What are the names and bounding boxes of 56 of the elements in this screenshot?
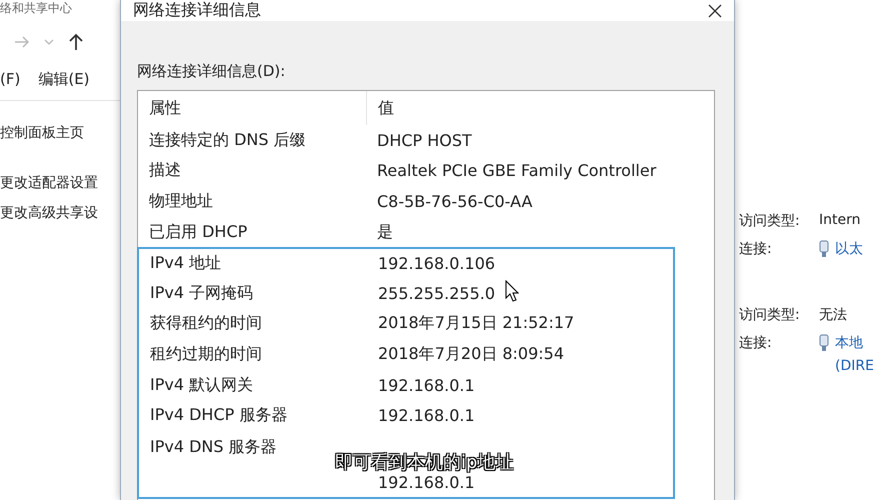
value-cell-text: 2018年7月20日 8:09:54: [377, 344, 564, 365]
list-row[interactable]: 描述 Realtek PCIe GBE Family Controller: [137, 156, 675, 186]
field-value: 无法: [819, 306, 848, 324]
list-row[interactable]: 物理地址 C8-5B-76-56-C0-AA: [137, 186, 675, 217]
field-value: Intern: [819, 212, 862, 230]
property-cell-text: IPv4 DNS 服务器: [149, 436, 278, 458]
value-cell-text: 255.255.255.0: [377, 284, 496, 303]
value-cell-text: 192.168.0.1: [377, 376, 475, 395]
value-cell-text: 2018年7月15日 21:52:17: [377, 313, 574, 334]
highlighted-row[interactable]: IPv4 DHCP 服务器 192.168.0.1: [137, 400, 675, 431]
property-cell-text: IPv4 子网掩码: [149, 282, 254, 304]
value-cell-text: Realtek PCIe GBE Family Controller: [376, 161, 656, 180]
highlighted-row[interactable]: IPv4 地址 192.168.0.106: [137, 247, 675, 278]
dialog-title: 网络连接详细信息: [133, 0, 261, 21]
property-cell-text: 租约过期的时间: [149, 344, 263, 365]
sidebar-link[interactable]: 控制面板主页: [0, 124, 84, 142]
highlighted-row[interactable]: 获得租约的时间 2018年7月15日 21:52:17: [137, 308, 675, 340]
property-cell-text: 物理地址: [148, 190, 214, 212]
network-adapter-icon: [819, 334, 829, 352]
value-cell-text: 192.168.0.1: [377, 406, 475, 426]
highlighted-row[interactable]: 租约过期的时间 2018年7月20日 8:09:54: [137, 339, 675, 370]
value-cell-text: DHCP HOST: [376, 130, 472, 150]
value-cell-text: 192.168.0.1: [377, 472, 475, 492]
sidebar-link[interactable]: 更改适配器设置: [0, 174, 98, 192]
list-row[interactable]: 连接特定的 DNS 后缀 DHCP HOST: [137, 125, 675, 156]
property-cell-text: IPv4 地址: [149, 253, 222, 274]
connection-link[interactable]: (DIRE: [835, 358, 874, 374]
list-label: 网络连接详细信息(D):: [137, 62, 286, 81]
column-header[interactable]: 属性: [138, 91, 367, 125]
highlighted-row[interactable]: IPv4 默认网关 192.168.0.1: [137, 370, 675, 400]
close-icon[interactable]: [708, 4, 722, 18]
value-cell-text: 是: [376, 222, 393, 243]
menu-item[interactable]: (F): [0, 70, 20, 100]
property-cell-text: IPv4 DHCP 服务器: [149, 405, 288, 426]
up-arrow-icon[interactable]: [68, 33, 84, 51]
property-cell-text: 连接特定的 DNS 后缀: [148, 130, 307, 151]
field-label: 访问类型:: [739, 306, 800, 324]
connection-link[interactable]: 以太: [835, 240, 863, 258]
mouse-cursor-icon: [505, 280, 519, 302]
field-label: 连接:: [739, 240, 772, 258]
connection-link[interactable]: 本地: [835, 334, 874, 352]
video-caption: 即可看到本机的ip地址: [335, 451, 514, 474]
field-label: 连接:: [739, 334, 772, 353]
window-title: 络和共享中心: [0, 0, 72, 14]
field-label: 访问类型:: [739, 212, 800, 230]
menu-item[interactable]: 编辑(E): [38, 70, 90, 100]
value-cell-text: C8-5B-76-56-C0-AA: [376, 192, 532, 211]
sidebar-link[interactable]: 更改高级共享设: [0, 204, 98, 222]
property-cell-text: IPv4 默认网关: [149, 374, 254, 396]
property-cell-text: 已启用 DHCP: [148, 222, 248, 243]
column-header[interactable]: 值: [367, 91, 714, 125]
list-row[interactable]: 已启用 DHCP 是: [137, 216, 675, 248]
value-cell-text: 192.168.0.106: [377, 254, 496, 274]
property-cell-text: 获得租约的时间: [149, 313, 263, 334]
network-adapter-icon: [819, 240, 829, 258]
property-cell-text: 描述: [148, 160, 182, 182]
